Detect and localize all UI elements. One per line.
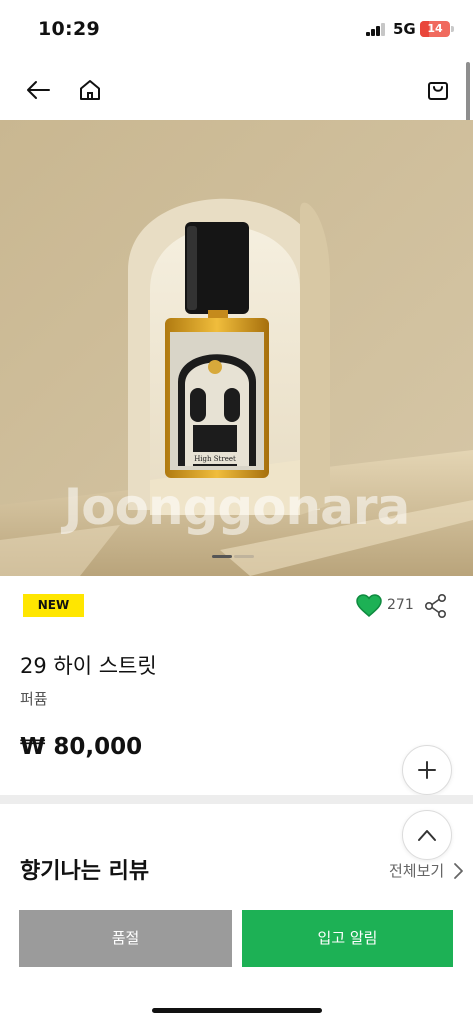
battery-level: 14: [427, 22, 443, 35]
home-icon: [80, 80, 100, 100]
carousel-dot-active: [212, 555, 232, 558]
bottle-label-text: High Street: [194, 455, 236, 463]
product-image[interactable]: High Street: [0, 120, 473, 576]
home-button[interactable]: [74, 74, 106, 106]
scroll-top-button[interactable]: [402, 810, 452, 860]
product-name: 29 하이 스트릿: [20, 654, 157, 678]
back-button[interactable]: [22, 74, 54, 106]
status-bar: 10:29 5G 14: [0, 0, 473, 60]
battery-icon: 14: [420, 21, 450, 37]
section-divider: [0, 795, 473, 804]
battery-cap: [451, 26, 454, 32]
network-type: 5G: [393, 20, 416, 38]
restock-notify-button[interactable]: 입고 알림: [242, 910, 453, 967]
plus-icon: [418, 761, 436, 779]
review-section-title: 향기나는 리뷰: [20, 859, 150, 884]
carousel-dot: [234, 555, 254, 558]
cart-button[interactable]: [422, 74, 454, 106]
carousel-indicator: [212, 555, 256, 558]
product-category: 퍼퓸: [20, 690, 48, 708]
soldout-button[interactable]: 품절: [19, 910, 232, 967]
top-nav: [0, 60, 473, 120]
like-count: 271: [387, 597, 414, 613]
expand-button[interactable]: [402, 745, 452, 795]
heart-icon: [356, 594, 382, 617]
new-badge: NEW: [23, 594, 84, 617]
chevron-right-icon[interactable]: [452, 862, 464, 880]
signal-icon: [366, 23, 386, 36]
home-indicator: [152, 1008, 322, 1013]
view-all-reviews-link[interactable]: 전체보기: [389, 860, 444, 881]
chevron-up-icon: [418, 830, 436, 841]
product-price: ₩ 80,000: [20, 734, 143, 760]
arrow-left-icon: [27, 81, 50, 99]
share-icon: [424, 593, 447, 618]
share-button[interactable]: [424, 593, 448, 619]
status-time: 10:29: [38, 18, 100, 40]
like-button[interactable]: [356, 594, 382, 618]
shopping-bag-icon: [428, 82, 448, 100]
